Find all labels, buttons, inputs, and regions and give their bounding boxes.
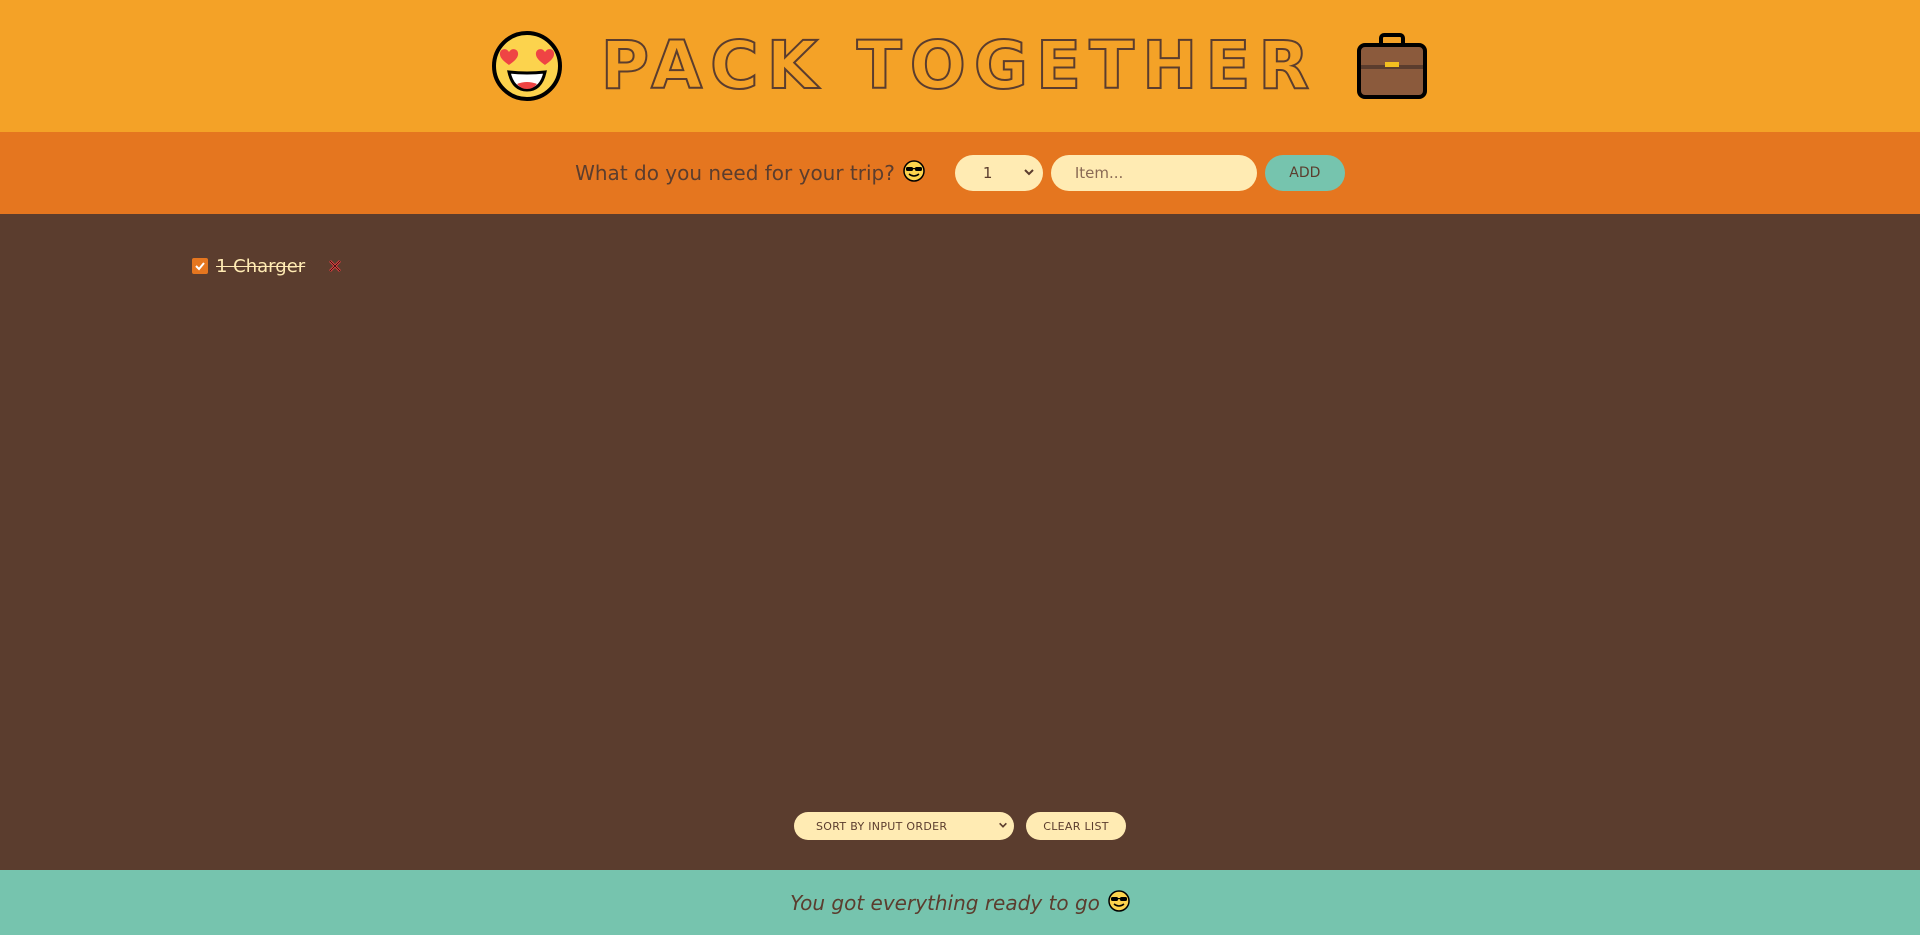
form-question: What do you need for your trip? (575, 159, 925, 187)
app-title: PACK TOGETHER (600, 27, 1318, 104)
add-item-form: What do you need for your trip? 1 ADD (0, 132, 1920, 214)
sort-select[interactable]: SORT BY INPUT ORDER (794, 812, 1014, 840)
sunglasses-face-icon (1108, 889, 1130, 916)
app: PACK TOGETHER What do you need for your … (0, 0, 1920, 935)
add-button[interactable]: ADD (1264, 155, 1345, 191)
delete-item-button[interactable] (327, 258, 343, 274)
footer-stats-text: You got everything ready to go (790, 890, 1100, 915)
chevron-down-icon (1023, 164, 1035, 182)
list-item: 1 Charger (192, 252, 343, 280)
chevron-down-icon (998, 820, 1008, 833)
packed-checkbox[interactable] (192, 258, 208, 274)
quantity-selected-value: 1 (982, 164, 993, 182)
check-icon (195, 262, 205, 271)
heart-eyes-face-icon (491, 30, 563, 102)
form-question-text: What do you need for your trip? (575, 161, 895, 185)
list-item-text: 1 Charger (216, 255, 306, 277)
clear-list-button[interactable]: CLEAR LIST (1026, 812, 1126, 840)
packing-list-area: 1 Charger SORT BY INPUT ORDER CLEAR LIST (0, 214, 1920, 870)
briefcase-icon (1355, 29, 1429, 103)
close-icon (329, 260, 342, 272)
sort-selected-value: SORT BY INPUT ORDER (816, 819, 948, 833)
packing-list: 1 Charger (192, 252, 343, 280)
list-actions: SORT BY INPUT ORDER CLEAR LIST (0, 812, 1920, 840)
footer: You got everything ready to go (0, 870, 1920, 935)
sunglasses-face-icon (903, 159, 925, 187)
quantity-select[interactable]: 1 (954, 155, 1043, 191)
header: PACK TOGETHER (0, 0, 1920, 132)
item-input[interactable] (1050, 155, 1257, 191)
